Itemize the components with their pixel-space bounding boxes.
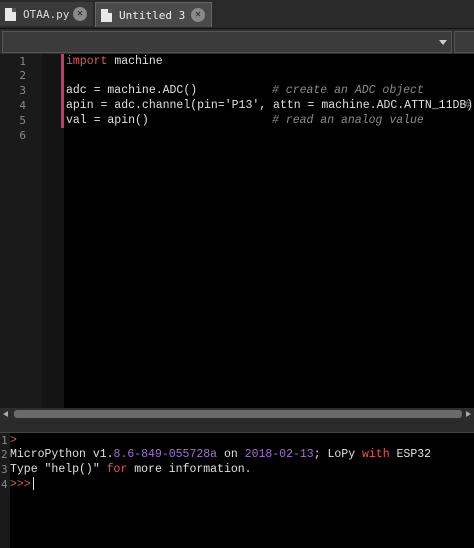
code-comment: # create an ADC object: [272, 84, 424, 97]
close-icon[interactable]: ✕: [191, 8, 205, 22]
code-text: machine: [107, 55, 163, 68]
tab-otaa[interactable]: OTAA.py ✕: [0, 2, 93, 26]
tab-untitled-3[interactable]: Untitled 3 ✕: [95, 2, 212, 27]
code-line: 3 adc = machine.ADC() # create an ADC ob…: [0, 83, 474, 98]
console-prompt: >>>: [10, 478, 31, 491]
chevron-down-icon: [439, 40, 447, 45]
tab-bar: OTAA.py ✕ Untitled 3 ✕: [0, 0, 474, 29]
pane-splitter[interactable]: [0, 420, 474, 433]
console-line: 4 >>>: [0, 477, 474, 492]
tab-label: OTAA.py: [23, 7, 70, 21]
version-number: 8.6-849-055728a: [113, 448, 218, 461]
tab-label: Untitled 3: [119, 8, 186, 22]
line-number: 5: [19, 114, 26, 127]
document-icon: [101, 8, 112, 22]
scroll-right-icon[interactable]: [466, 411, 471, 417]
code-line: 2: [0, 68, 474, 83]
close-icon[interactable]: ✕: [73, 7, 87, 21]
console-line: 2 MicroPython v1.8.6-849-055728a on 2018…: [0, 447, 474, 462]
code-line: 6: [0, 128, 474, 143]
line-number: 1: [1, 434, 8, 447]
code-text: , attn = machine.ADC.ATTN_11DB): [259, 99, 474, 112]
change-marker: [61, 83, 64, 98]
change-marker: [61, 68, 64, 83]
keyword: for: [106, 463, 128, 476]
code-text: adc = machine.ADC(): [66, 84, 198, 97]
repl-console[interactable]: 1 > 2 MicroPython v1.8.6-849-055728a on …: [0, 433, 474, 548]
build-date: 2018-02-13: [244, 448, 314, 461]
toolbar: [0, 29, 474, 54]
function-dropdown[interactable]: [2, 31, 452, 53]
scrollbar-thumb[interactable]: [14, 410, 462, 418]
code-line: 1 import machine: [0, 54, 474, 69]
console-text: MicroPython v1.: [10, 448, 114, 461]
console-line: 1 >: [0, 433, 474, 448]
code-text: apin = adc.channel(pin=: [66, 99, 225, 112]
horizontal-scrollbar[interactable]: [0, 408, 474, 420]
line-number: 1: [19, 55, 26, 68]
document-icon: [5, 7, 16, 21]
line-number: 6: [19, 129, 26, 142]
console-line: 3 Type "help()" for more information.: [0, 462, 474, 477]
line-number: 3: [19, 84, 26, 97]
keyword: import: [66, 55, 108, 68]
keyword: with: [362, 448, 390, 461]
code-text: val = apin(): [66, 114, 149, 127]
code-line: 5 val = apin() # read an analog value: [0, 113, 474, 128]
text-cursor: [32, 477, 34, 491]
line-number: 4: [19, 99, 26, 112]
console-text: ESP32: [389, 448, 432, 461]
line-number: 2: [1, 448, 8, 461]
console-text: ; LoPy: [313, 448, 362, 461]
console-text: more information.: [127, 463, 252, 476]
line-number: 4: [1, 478, 8, 491]
scroll-left-icon[interactable]: [3, 411, 8, 417]
change-marker: [61, 54, 64, 69]
console-prompt: >: [10, 434, 17, 447]
string-literal: 'P13': [224, 99, 260, 112]
change-marker: [61, 98, 64, 113]
line-number: 3: [1, 463, 8, 476]
code-comment: # read an analog value: [272, 114, 424, 127]
change-marker: [61, 113, 64, 128]
line-number: 2: [19, 69, 26, 82]
console-text: Type: [10, 463, 45, 476]
code-comment: #: [464, 99, 471, 112]
code-editor[interactable]: 1 import machine 2 3 adc = machine.ADC()…: [0, 54, 474, 408]
code-line: 4 apin = adc.channel(pin='P13', attn = m…: [0, 98, 474, 113]
secondary-dropdown[interactable]: [454, 31, 474, 53]
string-literal: "help()": [44, 463, 100, 476]
console-text: on: [217, 448, 245, 461]
